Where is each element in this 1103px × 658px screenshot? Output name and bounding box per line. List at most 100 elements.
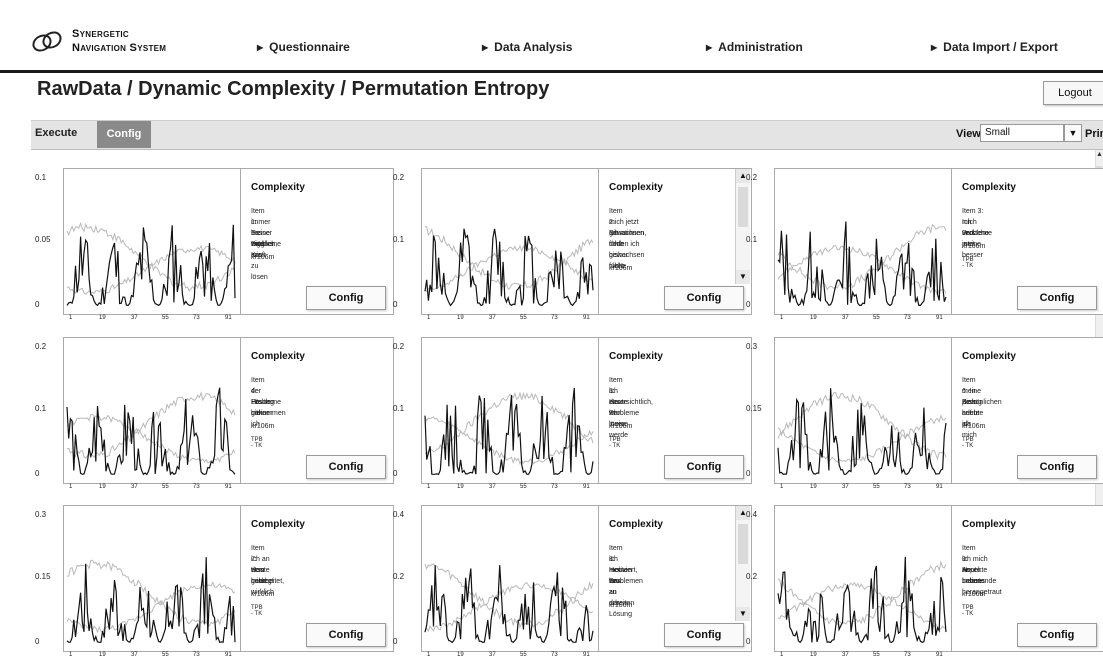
scroll-down-icon[interactable]: ▼: [736, 270, 750, 284]
subject-code: kr106m: [609, 602, 633, 609]
triangle-right-icon: ▶: [931, 43, 938, 52]
complexity-line-chart: [424, 387, 594, 476]
y-axis-max-label: 0.4: [746, 510, 758, 519]
tab-bar: [31, 120, 1103, 150]
x-axis-tick-label: 91: [583, 315, 590, 321]
chevron-down-icon[interactable]: ▼: [1064, 124, 1082, 142]
complexity-title: Complexity: [609, 182, 663, 193]
chart-area: [63, 168, 241, 315]
y-axis-mid-label: 0.15: [35, 572, 51, 581]
tpb-label: TPB - TK: [962, 257, 974, 269]
panel-config-button[interactable]: Config: [306, 286, 386, 310]
complexity-line-chart: [66, 557, 236, 644]
scroll-down-icon[interactable]: ▼: [736, 607, 750, 621]
panel-config-button[interactable]: Config: [1017, 623, 1097, 647]
subject-code: kr106m: [962, 423, 986, 430]
x-axis-tick-label: 55: [873, 315, 880, 321]
x-axis-tick-label: 19: [99, 484, 106, 490]
panel-config-button[interactable]: Config: [664, 623, 744, 647]
nav-label: Questionnaire: [269, 40, 350, 54]
x-axis-tick-label: 37: [131, 652, 138, 658]
view-size-select[interactable]: Small: [980, 124, 1064, 142]
x-axis-tick-label: 37: [489, 652, 496, 658]
y-axis-mid-label: 0.05: [35, 235, 51, 244]
y-axis-min-label: 0: [746, 300, 751, 309]
x-axis-tick-label: 19: [810, 315, 817, 321]
x-axis-tick-label: 55: [162, 484, 169, 490]
x-axis-tick-label: 37: [842, 652, 849, 658]
nav-data-analysis[interactable]: ▶ Data Analysis: [482, 40, 572, 54]
y-axis-min-label: 0: [35, 637, 40, 646]
nav-label: Data Analysis: [494, 40, 573, 54]
y-axis-min-label: 0: [746, 469, 751, 478]
smoothed-series-line: [777, 245, 947, 296]
nav-questionnaire[interactable]: ▶ Questionnaire: [257, 40, 350, 54]
y-axis-mid-label: 0.1: [746, 235, 758, 244]
subject-code: kr106m: [251, 591, 275, 598]
nav-label: Administration: [718, 40, 803, 54]
nav-data-import-export[interactable]: ▶ Data Import / Export: [931, 40, 1058, 54]
view-label: View: [956, 128, 981, 140]
panel-config-button[interactable]: Config: [306, 455, 386, 479]
triangle-right-icon: ▶: [482, 43, 489, 52]
tab-config[interactable]: Config: [97, 121, 151, 148]
y-axis-mid-label: 0.2: [393, 572, 405, 581]
chart-area: [421, 505, 599, 652]
y-axis-min-label: 0: [393, 300, 398, 309]
complexity-series-line: [777, 556, 947, 644]
x-axis-tick-label: 19: [810, 484, 817, 490]
info-scrollbar[interactable]: ▲ ▼: [735, 506, 750, 621]
logout-button[interactable]: Logout: [1043, 81, 1103, 105]
complexity-line-chart: [777, 388, 947, 475]
chart-area: [774, 337, 952, 484]
x-axis-tick-label: 73: [904, 652, 911, 658]
y-axis-mid-label: 0.1: [393, 404, 405, 413]
triangle-right-icon: ▶: [706, 43, 713, 52]
complexity-series-line: [66, 557, 236, 644]
top-navigation-bar: Synergetic Navigation System ▶ Questionna…: [0, 0, 1103, 70]
scrollbar-thumb[interactable]: [738, 187, 748, 227]
app-logo[interactable]: Synergetic Navigation System: [30, 28, 190, 62]
panel-config-button[interactable]: Config: [1017, 286, 1097, 310]
item-text-line: bewegt: [251, 578, 274, 585]
subject-code: kr106m: [251, 254, 275, 261]
x-axis-tick-label: 91: [225, 652, 232, 658]
tpb-label: TPB - TK: [962, 605, 974, 617]
chart-area: [774, 168, 952, 315]
complexity-line-chart: [424, 563, 594, 644]
info-scrollbar[interactable]: ▲ ▼: [735, 169, 750, 284]
chart-area: [774, 505, 952, 652]
panel-config-button[interactable]: Config: [664, 286, 744, 310]
complexity-series-line: [424, 228, 594, 307]
x-axis-tick-label: 55: [520, 484, 527, 490]
complexity-line-chart: [66, 221, 236, 307]
y-axis-max-label: 0.2: [746, 173, 758, 182]
tab-execute[interactable]: Execute: [35, 127, 77, 139]
nav-administration[interactable]: ▶ Administration: [706, 40, 803, 54]
panel-config-button[interactable]: Config: [306, 623, 386, 647]
y-axis-mid-label: 0.2: [746, 572, 758, 581]
x-axis-tick-label: 1: [427, 484, 431, 490]
complexity-line-chart: [777, 556, 947, 644]
y-axis-max-label: 0.3: [746, 342, 758, 351]
x-axis-tick-label: 91: [936, 484, 943, 490]
x-axis-tick-label: 91: [583, 484, 590, 490]
x-axis-tick-label: 1: [427, 315, 431, 321]
x-axis-tick-label: 73: [193, 484, 200, 490]
x-axis-tick-label: 19: [457, 484, 464, 490]
scrollbar-thumb[interactable]: [738, 524, 748, 564]
complexity-series-line: [777, 221, 947, 307]
item-text-line: gekommen: [251, 410, 286, 417]
logo-icon: [32, 31, 62, 52]
scroll-up-icon[interactable]: ▲: [1096, 151, 1103, 158]
item-text-line: eigener Kraft zu lösen: [251, 241, 275, 281]
print-button[interactable]: Prin: [1085, 128, 1103, 140]
y-axis-min-label: 0: [35, 300, 40, 309]
y-axis-mid-label: 0.1: [35, 404, 47, 413]
x-axis-tick-label: 19: [457, 315, 464, 321]
x-axis-tick-label: 37: [131, 315, 138, 321]
complexity-series-line: [777, 388, 947, 475]
tpb-label: TPB - TK: [251, 605, 263, 617]
panel-config-button[interactable]: Config: [1017, 455, 1097, 479]
panel-config-button[interactable]: Config: [664, 455, 744, 479]
